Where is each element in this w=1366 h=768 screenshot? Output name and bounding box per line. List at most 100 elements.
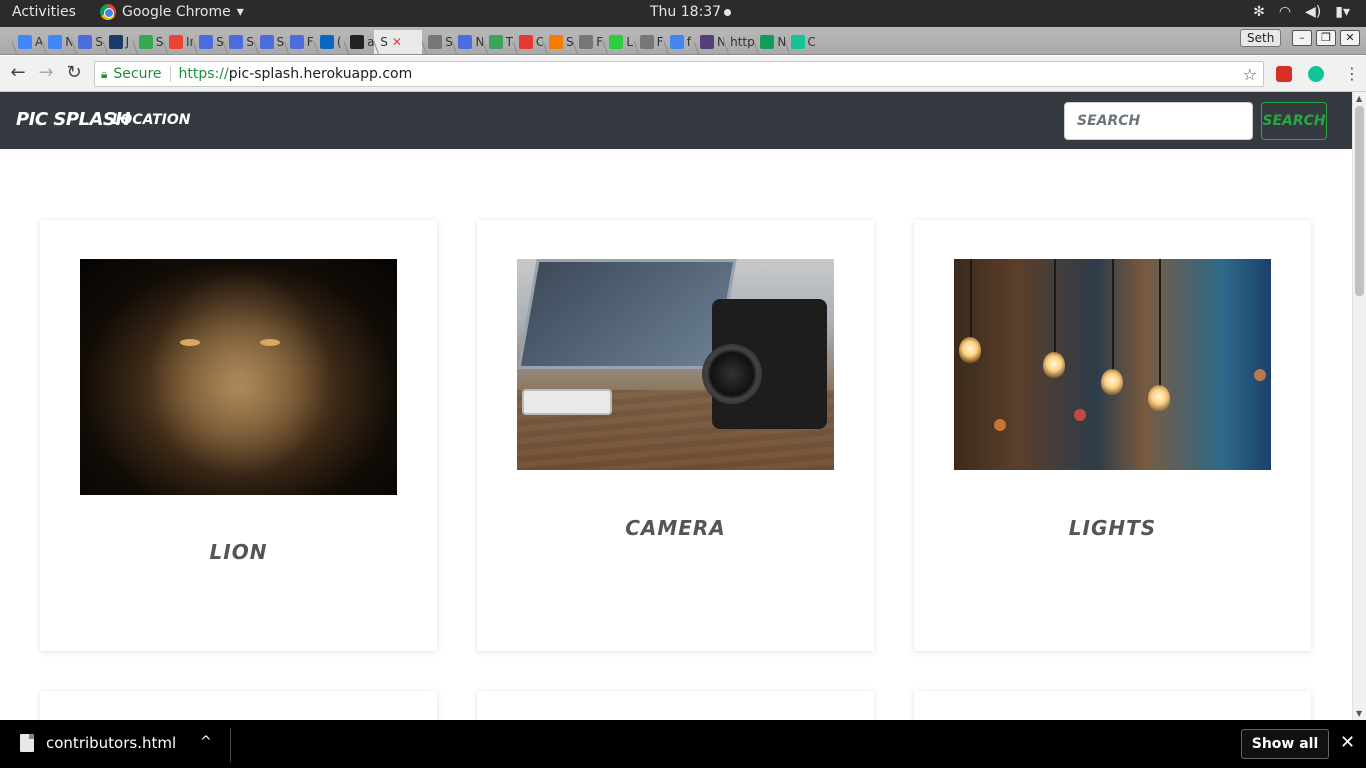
drive-icon [760, 35, 775, 49]
show-all-button[interactable]: Show all [1241, 729, 1329, 759]
browser-tab[interactable]: S [193, 30, 223, 54]
browser-tab[interactable]: F [634, 30, 664, 54]
browser-tab[interactable]: S [543, 30, 573, 54]
browser-tab[interactable]: N [42, 30, 72, 54]
forward-arrow-icon[interactable]: → [36, 63, 56, 83]
photo-detail [1159, 259, 1161, 387]
chevron-up-icon[interactable]: ^ [200, 734, 212, 750]
tab-label: C [807, 35, 815, 49]
scroll-up-icon[interactable]: ▲ [1356, 94, 1362, 103]
restore-icon[interactable]: ❐ [1316, 30, 1336, 46]
browser-tab[interactable]: A [12, 30, 42, 54]
browser-tab[interactable]: S [422, 30, 452, 54]
address-bar[interactable]: 🔒︎ Secure https://pic-splash.herokuapp.c… [94, 61, 1264, 87]
settings-icon[interactable]: ✻ [1253, 4, 1265, 20]
tab-label: C [535, 35, 543, 49]
close-icon[interactable]: ✕ [1340, 732, 1355, 753]
tab-label: S [95, 35, 103, 49]
chevron-down-icon: ▾ [236, 4, 244, 20]
tab-label: T [505, 35, 513, 49]
system-tray[interactable]: ✻ ◠ ◀) ▮▾ [1253, 4, 1350, 20]
star-icon [108, 35, 123, 49]
extension-icon[interactable] [1276, 66, 1292, 82]
card[interactable] [477, 691, 874, 720]
system-top-bar: Activities Google Chrome ▾ Thu 18:37 ✻ ◠… [0, 0, 1366, 27]
tab-label: N [65, 35, 73, 49]
tab-label: F [596, 35, 604, 49]
nav-link-location[interactable]: LOCATION [112, 112, 190, 128]
docs-icon [458, 35, 473, 49]
browser-tab[interactable]: C [785, 30, 815, 54]
f-icon [518, 35, 533, 49]
browser-tab[interactable]: In [163, 30, 193, 54]
download-filename: contributors.html [46, 734, 177, 752]
photo-detail [1254, 369, 1266, 381]
card[interactable] [914, 691, 1311, 720]
search-input[interactable] [1064, 102, 1253, 140]
page-scrollbar[interactable]: ▲ ▼ [1352, 92, 1366, 720]
scroll-down-icon[interactable]: ▼ [1356, 709, 1362, 718]
px-icon [609, 35, 624, 49]
page-icon [428, 35, 443, 49]
url-host: pic-splash.herokuapp.com [228, 66, 413, 82]
card-title: LION [209, 540, 268, 564]
card[interactable] [40, 691, 437, 720]
tab-label: S [566, 35, 574, 49]
browser-tab[interactable]: http [724, 30, 754, 54]
browser-tab[interactable]: L [603, 30, 633, 54]
browser-tab[interactable]: ( [314, 30, 344, 54]
photo-detail [994, 419, 1006, 431]
card-title: LIGHTS [1068, 516, 1157, 540]
browser-tab[interactable]: J [103, 30, 133, 54]
clock[interactable]: Thu 18:37 [650, 4, 732, 20]
scroll-thumb[interactable] [1355, 106, 1364, 296]
download-item[interactable]: contributors.html [20, 734, 176, 752]
gmail-icon [168, 35, 183, 49]
search-button[interactable]: SEARCH [1261, 102, 1327, 140]
bookmark-star-icon[interactable]: ☆ [1243, 65, 1257, 84]
at-icon [549, 35, 563, 49]
photo-detail [260, 339, 280, 346]
browser-tab[interactable]: S [133, 30, 163, 54]
app-menu[interactable]: Google Chrome ▾ [100, 4, 244, 20]
photo-detail [959, 337, 981, 363]
activities-button[interactable]: Activities [12, 4, 76, 20]
profile-button[interactable]: Seth [1240, 29, 1282, 47]
reload-icon[interactable]: ↻ [64, 63, 84, 83]
tab-label: F [656, 35, 664, 49]
notification-dot-icon [724, 8, 732, 16]
browser-tab[interactable]: S [223, 30, 254, 54]
lion-photo[interactable] [80, 259, 397, 495]
browser-tab[interactable]: a [344, 30, 374, 54]
card-lion[interactable]: LION [40, 220, 437, 651]
card-camera[interactable]: CAMERA [477, 220, 874, 651]
github-icon [350, 35, 365, 49]
tab-label: S [380, 35, 388, 49]
lights-photo[interactable] [954, 259, 1271, 470]
tab-label: S [155, 35, 163, 49]
browser-tab[interactable]: T [483, 30, 513, 54]
camera-photo[interactable] [517, 259, 834, 470]
tab-list: ANSJSInSSSF(aS✕SNTCSFLFfNhttpNC [12, 30, 815, 54]
browser-tab[interactable]: N [452, 30, 483, 54]
browser-tab[interactable]: N [694, 30, 724, 54]
photo-detail [1074, 409, 1086, 421]
grammarly-icon[interactable] [1308, 66, 1324, 82]
tab-label: S [246, 35, 254, 49]
browser-tab[interactable]: F [284, 30, 314, 54]
back-arrow-icon[interactable]: ← [8, 63, 28, 83]
menu-dots-icon[interactable]: ⋮ [1344, 64, 1360, 83]
browser-tab[interactable]: S [72, 30, 103, 54]
browser-tab[interactable]: S [254, 30, 284, 54]
tab-label: J [125, 35, 130, 49]
tab-strip: ANSJSInSSSF(aS✕SNTCSFLFfNhttpNC Seth – ❐… [0, 27, 1366, 55]
close-window-icon[interactable]: ✕ [1340, 30, 1360, 46]
browser-tab[interactable]: F [573, 30, 603, 54]
photo-detail [1043, 352, 1065, 378]
browser-tab[interactable]: N [754, 30, 785, 54]
minimize-icon[interactable]: – [1292, 30, 1312, 46]
card-lights[interactable]: LIGHTS [914, 220, 1311, 651]
browser-tab[interactable]: f [664, 30, 694, 54]
browser-tab[interactable]: S ✕ [374, 30, 423, 54]
browser-tab[interactable]: C [513, 30, 543, 54]
